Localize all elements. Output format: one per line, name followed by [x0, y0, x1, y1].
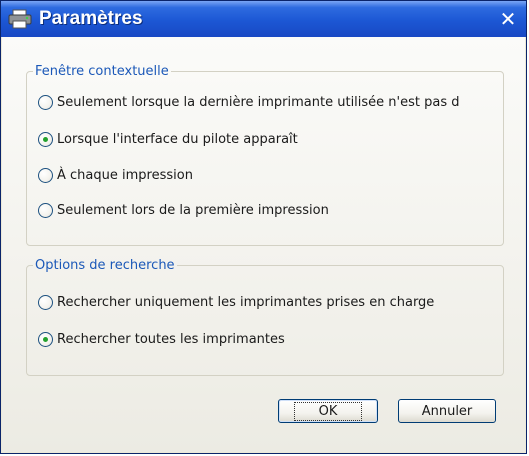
radio-button[interactable] [38, 95, 53, 110]
option-label: Lorsque l'interface du pilote apparaît [57, 132, 298, 147]
radio-button[interactable] [38, 295, 53, 310]
dialog-body: Fenêtre contextuelle Seulement lorsque l… [2, 37, 525, 452]
title-bar[interactable]: Paramètres ✕ [1, 1, 526, 37]
printer-settings-icon [7, 8, 33, 30]
popup-option-first-print[interactable]: Seulement lors de la première impression [38, 203, 329, 218]
close-button[interactable]: ✕ [494, 5, 522, 33]
close-icon: ✕ [499, 7, 517, 31]
option-label: À chaque impression [57, 168, 193, 183]
radio-selected-dot [43, 137, 48, 142]
popup-option-every-print[interactable]: À chaque impression [38, 168, 193, 183]
popup-group: Fenêtre contextuelle [26, 64, 504, 246]
dialog-title: Paramètres [39, 8, 143, 29]
radio-button[interactable] [38, 203, 53, 218]
popup-option-last-printer-changed[interactable]: Seulement lorsque la dernière imprimante… [38, 95, 460, 110]
popup-group-title: Fenêtre contextuelle [35, 64, 169, 79]
radio-button[interactable] [38, 168, 53, 183]
option-label: Seulement lorsque la dernière imprimante… [57, 95, 460, 110]
option-label: Seulement lors de la première impression [57, 203, 329, 218]
radio-button[interactable] [38, 332, 53, 347]
ok-button[interactable]: OK [278, 399, 378, 423]
option-label: Rechercher toutes les imprimantes [57, 332, 285, 347]
ok-label: OK [293, 401, 363, 421]
popup-option-driver-interface[interactable]: Lorsque l'interface du pilote apparaît [38, 132, 298, 147]
radio-button[interactable] [38, 132, 53, 147]
search-group-title: Options de recherche [35, 258, 175, 273]
search-group: Options de recherche [26, 258, 504, 376]
cancel-button[interactable]: Annuler [398, 399, 496, 423]
search-option-supported-only[interactable]: Rechercher uniquement les imprimantes pr… [38, 295, 434, 310]
cancel-label: Annuler [421, 403, 473, 419]
search-option-all-printers[interactable]: Rechercher toutes les imprimantes [38, 332, 285, 347]
option-label: Rechercher uniquement les imprimantes pr… [57, 295, 435, 310]
radio-selected-dot [43, 337, 48, 342]
settings-dialog: Paramètres ✕ Fenêtre contextuelle Seulem… [0, 0, 527, 454]
